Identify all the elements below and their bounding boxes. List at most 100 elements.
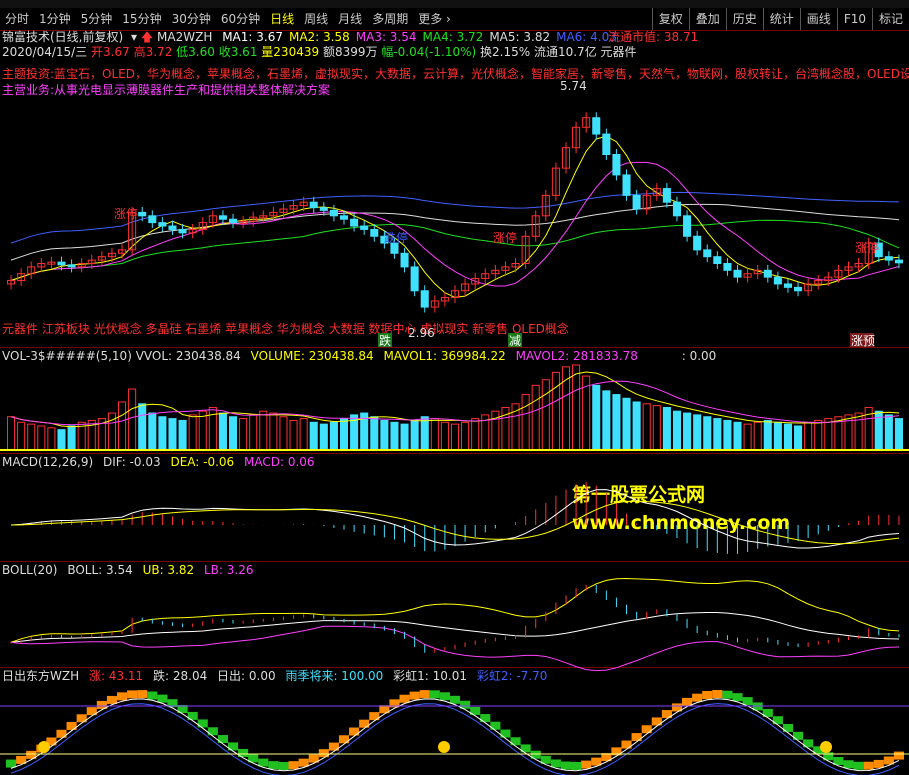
candle-body: [158, 222, 167, 227]
volume-bar: [632, 401, 641, 451]
candle-body: [592, 117, 601, 135]
sunrise-block: [137, 690, 148, 699]
chart-canvas[interactable]: 涨停涨停涨停跌停5.742.96跌减涨预: [0, 0, 909, 775]
label-limit-up-2: 涨停: [493, 230, 517, 245]
volume-bar: [158, 416, 167, 451]
volume-bar: [67, 425, 76, 451]
sunrise-block: [217, 735, 228, 744]
candle-body: [612, 154, 621, 176]
label-limit-up-3: 涨停: [855, 240, 879, 255]
volume-bar: [662, 407, 671, 451]
volume-bar: [572, 364, 581, 451]
candle-body: [339, 215, 349, 220]
volume-bar: [521, 394, 530, 451]
volume-bar: [622, 397, 631, 451]
volume-bar: [118, 401, 127, 451]
candle-body: [138, 211, 147, 217]
volume-bar: [329, 421, 338, 451]
volume-bar: [884, 414, 893, 451]
sunrise-block: [56, 729, 67, 738]
volume-bar: [592, 384, 601, 451]
sunrise-block: [116, 692, 128, 701]
label-zhangyu: 涨预: [851, 333, 875, 348]
volume-bar: [370, 416, 379, 451]
sunrise-block: [449, 695, 461, 704]
candle-body: [622, 174, 631, 196]
sunrise-block: [106, 695, 117, 704]
sun-icon-2: [820, 741, 832, 753]
candle-body: [148, 215, 157, 224]
volume-bar: [249, 414, 258, 451]
volume-bar: [440, 421, 449, 451]
volume-bar: [148, 412, 157, 451]
sunrise-block: [651, 717, 662, 726]
sunrise-block: [742, 697, 753, 706]
sunrise-block: [853, 761, 864, 770]
volume-bar: [430, 418, 439, 451]
sunrise-block: [439, 692, 450, 701]
sunrise-block: [349, 727, 360, 736]
sunrise-block: [843, 760, 854, 769]
volume-bar: [279, 416, 288, 451]
volume-bar: [168, 418, 177, 451]
sunrise-block: [793, 731, 804, 740]
candle-body: [420, 290, 429, 308]
sunrise-block: [399, 694, 410, 703]
sunrise-block: [722, 690, 733, 699]
volume-bar: [218, 412, 227, 451]
volume-bar: [541, 379, 550, 451]
label-limit-up-1: 涨停: [114, 206, 138, 221]
candle-body: [410, 266, 419, 292]
sunrise-block: [702, 691, 713, 700]
sunrise-block: [712, 690, 723, 699]
sunrise-block: [278, 761, 289, 770]
volume-bar: [450, 423, 460, 451]
sunrise-block: [409, 691, 420, 700]
candle-body: [662, 188, 671, 203]
candle-body: [884, 256, 893, 261]
volume-bar: [683, 412, 692, 451]
volume-bar: [693, 414, 702, 451]
volume-bar: [198, 410, 207, 451]
volume-bar: [128, 388, 137, 451]
volume-bar: [299, 418, 308, 451]
volume-bar: [17, 421, 26, 451]
candle-body: [400, 252, 409, 268]
label-die: 跌: [379, 333, 391, 348]
sunrise-block: [268, 761, 279, 770]
sunrise-block: [298, 758, 309, 767]
volume-bar: [188, 414, 197, 451]
candle-body: [178, 228, 187, 234]
volume-bar: [390, 421, 399, 451]
volume-bar: [854, 412, 863, 451]
candle-body: [713, 256, 722, 264]
sunrise-block: [641, 725, 652, 734]
candle-body: [370, 228, 379, 237]
sunrise-block: [288, 761, 299, 770]
sunrise-block: [571, 761, 582, 770]
sunrise-block: [682, 697, 693, 706]
boll-ub-line: [10, 577, 900, 643]
volume-bar: [400, 423, 409, 451]
sunrise-block: [732, 693, 743, 702]
sunrise-block: [429, 690, 440, 699]
volume-bar: [672, 410, 682, 451]
candle-body: [693, 235, 702, 251]
volume-bar: [824, 418, 833, 451]
candle-body: [794, 286, 803, 292]
sun-icon-0: [38, 741, 50, 753]
volume-bar: [753, 421, 762, 451]
volume-bar: [794, 425, 803, 451]
volume-bar: [703, 416, 712, 451]
candle-body: [602, 133, 611, 155]
volume-bar: [138, 403, 147, 451]
label-limit-down: 跌停: [384, 230, 408, 245]
volume-bar: [228, 416, 238, 451]
volume-bar: [723, 419, 732, 451]
volume-bar: [642, 403, 651, 451]
volume-bar: [804, 421, 813, 451]
volume-bar: [339, 418, 349, 451]
sunrise-block: [490, 721, 501, 730]
label-jian: 减: [509, 334, 521, 348]
sunrise-block: [581, 760, 592, 769]
